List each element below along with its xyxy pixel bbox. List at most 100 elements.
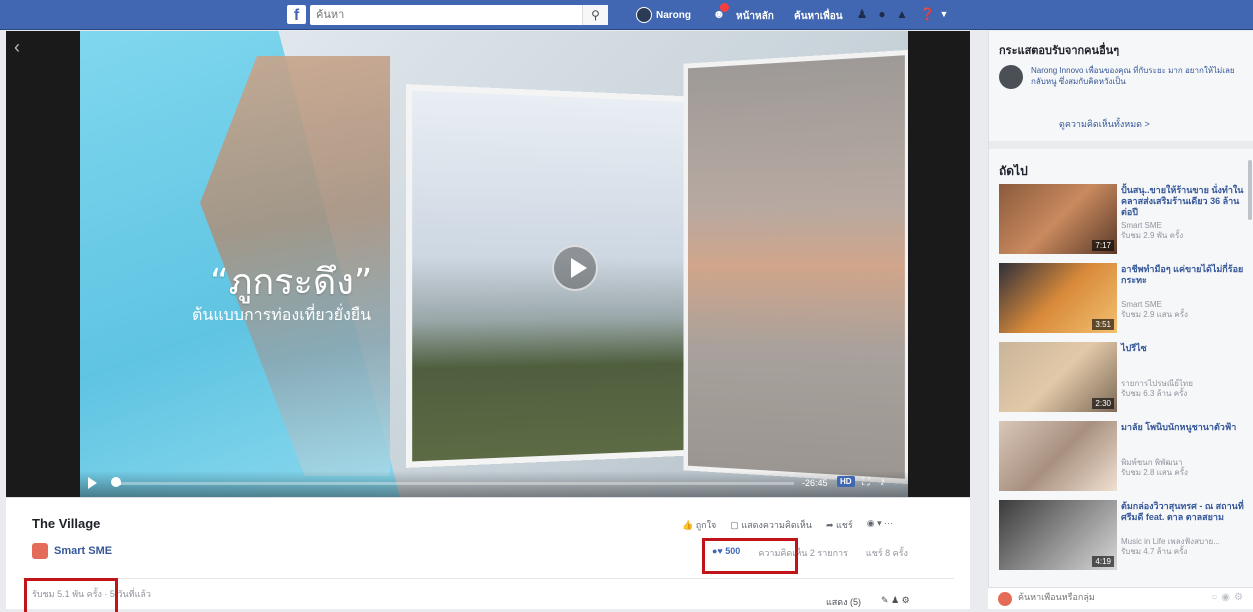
video-info: The Village Smart SME 👍 ถูกใจ ▢ แสดงความ… bbox=[6, 497, 970, 609]
avatar bbox=[998, 592, 1012, 606]
time-remaining: -26:45 bbox=[802, 478, 828, 488]
friend-comment-text: Narong Innovo เพื่อนของคุณ ที่กับระยะ มา… bbox=[1031, 65, 1239, 89]
video-title-link[interactable]: ปั้นสนุ..ขายให้ร้านขาย นั่งทำในคลาสส่งเส… bbox=[1121, 185, 1246, 218]
channel-name: Smart SME bbox=[1121, 221, 1162, 230]
dropdown-icon[interactable]: ▼ bbox=[937, 7, 951, 21]
video-thumbnail[interactable] bbox=[999, 421, 1117, 491]
list-item[interactable]: 3:51 อาชีพทำมือๆ แค่ขายได้ไม่กี่ร้อยกระท… bbox=[999, 260, 1244, 339]
view-count: รับชม 2.9 พัน ครั้ง bbox=[1121, 231, 1183, 240]
comment-sort[interactable]: แสดง (5) bbox=[826, 595, 861, 609]
view-count: รับชม 6.3 ล้าน ครั้ง bbox=[1121, 389, 1187, 398]
video-letterbox-left bbox=[6, 31, 80, 497]
like-label: ถูกใจ bbox=[696, 520, 717, 530]
comment-tools: แสดง (5) ✎ ♟ ⚙ bbox=[826, 595, 910, 609]
channel-name: พิมพ์ชนก พิพัฒนา bbox=[1121, 458, 1183, 467]
profile-name: Narong bbox=[656, 10, 691, 21]
video-list: 7:17 ปั้นสนุ..ขายให้ร้านขาย นั่งทำในคลาส… bbox=[999, 181, 1244, 576]
messenger-icon[interactable]: ● bbox=[875, 7, 889, 21]
avatar bbox=[636, 7, 652, 23]
divider bbox=[22, 578, 954, 579]
chat-options-icon[interactable]: ○◉⚙ bbox=[1211, 592, 1247, 603]
view-count: รับชม 2.8 แสน ครั้ง bbox=[1121, 468, 1188, 477]
video-frame: “ภูกระดึง” ต้นแบบการท่องเที่ยวยั่งยืน bbox=[80, 31, 908, 497]
video-title-link[interactable]: มาลัย โพนิบนักหนูชานาตัวฟ้า bbox=[1121, 422, 1246, 433]
video-meta: รายการไปรษณีย์ไทย รับชม 6.3 ล้าน ครั้ง bbox=[1121, 379, 1193, 399]
channel-name: Music in Life เพลงฟังสบาย... bbox=[1121, 537, 1220, 546]
top-navbar: f ⚲ Narong ☻ หน้าหลัก ค้นหาเพื่อน ♟ ● ▲ … bbox=[0, 0, 1253, 30]
search-icon[interactable]: ⚲ bbox=[582, 5, 608, 25]
list-item[interactable]: 7:17 ปั้นสนุ..ขายให้ร้านขาย นั่งทำในคลาส… bbox=[999, 181, 1244, 260]
notifications-icon[interactable]: ▲ bbox=[895, 7, 909, 21]
friends-feedback-heading: กระแสตอบรับจากคนอื่นๆ bbox=[999, 41, 1119, 59]
highlight-box-views bbox=[24, 578, 118, 612]
list-item[interactable]: 2:30 ไปรีไซ รายการไปรษณีย์ไทย รับชม 6.3 ล… bbox=[999, 339, 1244, 418]
duration: 7:17 bbox=[1092, 240, 1114, 251]
page-avatar bbox=[32, 543, 48, 559]
chat-bar: ○◉⚙ bbox=[988, 587, 1253, 609]
video-controls: -26:45 HD ⛶ ♪ bbox=[80, 471, 908, 497]
friend-requests-icon[interactable]: ♟ bbox=[855, 7, 869, 21]
comment-button[interactable]: ▢ แสดงความคิดเห็น bbox=[730, 518, 812, 532]
video-player[interactable]: ‹ “ภูกระดึง” ต้นแบบการท่องเที่ยวยั่งยืน … bbox=[6, 31, 970, 497]
video-letterbox-right bbox=[908, 31, 970, 497]
comment-tool-icons[interactable]: ✎ ♟ ⚙ bbox=[881, 595, 910, 609]
help-icon[interactable]: ❓ bbox=[920, 7, 934, 21]
highlight-box-reactions bbox=[702, 538, 798, 574]
up-next-heading: ถัดไป bbox=[999, 162, 1028, 181]
action-bar: 👍 ถูกใจ ▢ แสดงความคิดเห็น ➦ แชร์ ◉ ▾ ··· bbox=[682, 518, 893, 532]
overlay-subtitle: ต้นแบบการท่องเที่ยวยั่งยืน bbox=[192, 303, 371, 328]
video-title-link[interactable]: ไปรีไซ bbox=[1121, 343, 1246, 354]
list-item[interactable]: 4:19 ต้มกล่องวิวาสุนทรศ - ณ สถานที่ ศรีม… bbox=[999, 497, 1244, 576]
like-button[interactable]: 👍 ถูกใจ bbox=[682, 518, 716, 532]
fullscreen-icon[interactable]: ⛶ bbox=[862, 476, 870, 489]
video-meta: Smart SME รับชม 2.9 แสน ครั้ง bbox=[1121, 300, 1188, 320]
overlay-title: “ภูกระดึง” bbox=[210, 253, 372, 310]
back-arrow-icon[interactable]: ‹ bbox=[14, 37, 20, 58]
comment-label: แสดงความคิดเห็น bbox=[741, 520, 812, 530]
video-meta: Smart SME รับชม 2.9 พัน ครั้ง bbox=[1121, 221, 1183, 241]
more-options[interactable]: ◉ ▾ ··· bbox=[867, 518, 893, 532]
share-label: แชร์ bbox=[836, 520, 853, 530]
sunset-photo bbox=[683, 50, 908, 484]
list-item[interactable]: มาลัย โพนิบนักหนูชานาตัวฟ้า พิมพ์ชนก พิพ… bbox=[999, 418, 1244, 497]
progress-bar[interactable] bbox=[114, 482, 794, 485]
page-link[interactable]: Smart SME bbox=[32, 543, 112, 559]
video-meta: Music in Life เพลงฟังสบาย... รับชม 4.7 ล้… bbox=[1121, 537, 1220, 557]
share-button[interactable]: ➦ แชร์ bbox=[826, 518, 853, 532]
play-button[interactable] bbox=[552, 245, 598, 291]
hd-button[interactable]: HD bbox=[837, 476, 855, 487]
page-name[interactable]: Smart SME bbox=[54, 545, 112, 557]
sidebar-scrollbar[interactable] bbox=[1248, 160, 1252, 220]
video-thumbnail[interactable]: 2:30 bbox=[999, 342, 1117, 412]
channel-name: รายการไปรษณีย์ไทย bbox=[1121, 379, 1193, 388]
nav-find-friends[interactable]: ค้นหาเพื่อน bbox=[794, 9, 843, 24]
video-thumbnail[interactable]: 3:51 bbox=[999, 263, 1117, 333]
scrub-handle[interactable] bbox=[111, 477, 121, 487]
video-meta: พิมพ์ชนก พิพัฒนา รับชม 2.8 แสน ครั้ง bbox=[1121, 458, 1188, 478]
section-divider bbox=[989, 141, 1253, 149]
friend-comment[interactable]: Narong Innovo เพื่อนของคุณ ที่กับระยะ มา… bbox=[999, 65, 1239, 89]
video-thumbnail[interactable]: 4:19 bbox=[999, 500, 1117, 570]
play-icon[interactable] bbox=[88, 477, 97, 489]
volume-icon[interactable]: ♪ bbox=[880, 476, 886, 488]
duration: 3:51 bbox=[1092, 319, 1114, 330]
chat-search-input[interactable] bbox=[1018, 592, 1168, 602]
shares-count[interactable]: แชร์ 8 ครั้ง bbox=[866, 546, 908, 560]
video-title-link[interactable]: ต้มกล่องวิวาสุนทรศ - ณ สถานที่ ศรีมดี fe… bbox=[1121, 501, 1246, 523]
nav-home[interactable]: หน้าหลัก bbox=[736, 9, 774, 24]
video-title-link[interactable]: อาชีพทำมือๆ แค่ขายได้ไม่กี่ร้อยกระทะ bbox=[1121, 264, 1246, 286]
view-count: รับชม 2.9 แสน ครั้ง bbox=[1121, 310, 1188, 319]
avatar bbox=[999, 65, 1023, 89]
duration: 4:19 bbox=[1092, 556, 1114, 567]
search-input[interactable] bbox=[310, 5, 580, 25]
see-all-link[interactable]: ดูความคิดเห็นทั้งหมด > bbox=[1059, 117, 1150, 131]
video-thumbnail[interactable]: 7:17 bbox=[999, 184, 1117, 254]
profile-link[interactable]: Narong bbox=[636, 7, 691, 23]
facebook-logo[interactable]: f bbox=[287, 5, 306, 24]
search-box[interactable]: ⚲ bbox=[310, 5, 608, 25]
channel-name: Smart SME bbox=[1121, 300, 1162, 309]
video-title: The Village bbox=[32, 516, 100, 531]
duration: 2:30 bbox=[1092, 398, 1114, 409]
view-count: รับชม 4.7 ล้าน ครั้ง bbox=[1121, 547, 1187, 556]
people-icon[interactable]: ☻ bbox=[712, 7, 726, 21]
